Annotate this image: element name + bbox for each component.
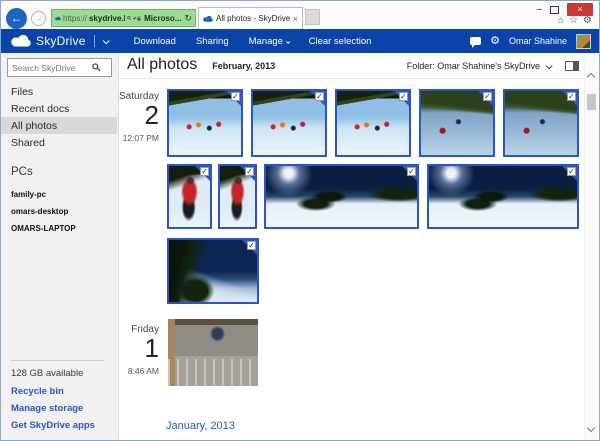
day-time: 12:07 PM [119,133,159,143]
tools-gear-icon[interactable]: ⚙ [583,15,592,26]
tab-close-icon[interactable]: × [293,14,298,24]
selected-checkbox-icon[interactable]: ✓ [567,167,576,176]
manage-command-label: Manage [249,36,283,47]
main-content: All photos February, 2013 Folder: Omar S… [119,53,599,440]
day-number[interactable]: 2 [119,102,159,129]
maximize-button[interactable] [550,6,559,14]
cloud-icon [55,15,61,22]
forward-arrow-icon: → [35,14,43,23]
photo-thumbnail[interactable]: ✓ [167,238,259,304]
url-host: skydrive.live.co... [89,14,125,23]
logo-chevron-down-icon[interactable] [102,37,109,44]
sidebar-item-omars-laptop[interactable]: OMARS-LAPTOP [1,220,117,237]
vertical-scrollbar[interactable] [584,58,597,438]
photo-grid: Saturday 2 12:07 PM Friday 1 8:46 AM Jan… [119,53,599,440]
selected-checkbox-icon[interactable]: ✓ [567,92,576,101]
sharing-command[interactable]: Sharing [196,36,229,47]
day-time: 8:46 AM [119,366,159,376]
address-dropdown-icon[interactable] [133,15,137,19]
manage-storage-link[interactable]: Manage storage [11,403,104,414]
next-month-link[interactable]: January, 2013 [166,420,235,432]
url-scheme: https:// [63,14,87,23]
feedback-bubble-icon[interactable] [470,37,481,45]
sidebar-item-all-photos[interactable]: All photos [1,117,117,134]
selected-checkbox-icon[interactable]: ✓ [483,92,492,101]
search-input[interactable] [12,63,92,73]
sidebar: Files Recent docs All photos Shared PCs … [1,53,119,440]
app-bar-right: ⚙ Omar Shahine [470,34,591,49]
sidebar-divider [11,360,104,361]
selected-checkbox-icon[interactable]: ✓ [231,92,240,101]
selected-checkbox-icon[interactable]: ✓ [245,167,254,176]
app-name: SkyDrive [36,34,86,48]
logo-divider [94,35,95,47]
photo-thumbnail[interactable]: ✓ [167,164,212,229]
forward-button[interactable]: → [31,11,46,26]
photo-thumbnail[interactable]: ✓ [335,89,411,157]
photo-thumbnail[interactable]: ✓ [218,164,257,229]
clear-selection-command[interactable]: Clear selection [309,36,372,47]
sidebar-nav: Files Recent docs All photos Shared PCs … [1,83,117,237]
download-command[interactable]: Download [134,36,176,47]
back-arrow-icon: ← [11,11,23,25]
photo-thumbnail[interactable] [168,319,258,386]
photo-thumbnail[interactable]: ✓ [503,89,579,157]
search-box[interactable] [7,58,112,77]
browser-toolbar-icons: ⌂ ☆ ⚙ [558,15,592,26]
scrollbar-thumb[interactable] [587,94,596,110]
skydrive-app-bar: SkyDrive Download Sharing Manage Clear s… [1,29,599,53]
skydrive-logo[interactable]: SkyDrive [11,34,108,48]
manage-command[interactable]: Manage [249,36,289,47]
selected-checkbox-icon[interactable]: ✓ [399,92,408,101]
pcs-section-header[interactable]: PCs [1,166,117,186]
user-avatar[interactable] [576,34,591,49]
day-number[interactable]: 1 [119,335,159,362]
search-icon[interactable] [127,14,131,22]
minimize-button[interactable]: – [536,5,542,15]
sidebar-item-recent-docs[interactable]: Recent docs [1,100,117,117]
recycle-bin-link[interactable]: Recycle bin [11,386,104,397]
address-bar[interactable]: https://skydrive.live.co... Microso... ↻ [51,9,196,27]
photo-thumbnail[interactable]: ✓ [251,89,327,157]
selected-checkbox-icon[interactable]: ✓ [407,167,416,176]
tab-title: All photos - SkyDrive [216,14,290,23]
search-magnifier-icon[interactable] [92,63,101,72]
scroll-up-icon[interactable] [587,73,595,81]
get-skydrive-apps-link[interactable]: Get SkyDrive apps [11,420,104,431]
lock-icon [137,14,141,23]
home-icon[interactable]: ⌂ [558,15,564,26]
settings-gear-icon[interactable]: ⚙ [490,36,500,47]
photo-thumbnail[interactable]: ✓ [419,89,495,157]
date-group-saturday: Saturday 2 12:07 PM [119,91,159,143]
favorites-star-icon[interactable]: ☆ [569,15,578,26]
sidebar-item-shared[interactable]: Shared [1,134,117,151]
skydrive-cloud-icon [11,35,31,47]
user-name[interactable]: Omar Shahine [509,36,567,46]
selected-checkbox-icon[interactable]: ✓ [200,167,209,176]
sidebar-item-family-pc[interactable]: family-pc [1,186,117,203]
browser-chrome: ← → https://skydrive.live.co... Microso.… [1,1,599,29]
date-group-friday: Friday 1 8:46 AM [119,324,159,376]
scroll-down-icon[interactable] [587,424,595,432]
sidebar-footer: 128 GB available Recycle bin Manage stor… [11,360,104,437]
browser-window: ← → https://skydrive.live.co... Microso.… [0,0,600,441]
command-bar: Download Sharing Manage Clear selection [134,36,372,47]
new-tab-button[interactable] [305,9,320,25]
refresh-icon[interactable]: ↻ [184,13,192,24]
tab-favicon-cloud-icon [203,16,213,22]
selected-checkbox-icon[interactable]: ✓ [247,241,256,250]
selected-checkbox-icon[interactable]: ✓ [315,92,324,101]
photo-thumbnail[interactable]: ✓ [264,164,419,229]
manage-chevron-down-icon [286,39,290,43]
back-button[interactable]: ← [6,8,27,29]
site-identity-label[interactable]: Microso... [144,14,181,23]
browser-tab[interactable]: All photos - SkyDrive × [198,7,303,29]
photo-thumbnail[interactable]: ✓ [427,164,579,229]
sidebar-item-omars-desktop[interactable]: omars-desktop [1,203,117,220]
photo-thumbnail[interactable]: ✓ [167,89,243,157]
storage-available-label: 128 GB available [11,368,104,379]
sidebar-item-files[interactable]: Files [1,83,117,100]
